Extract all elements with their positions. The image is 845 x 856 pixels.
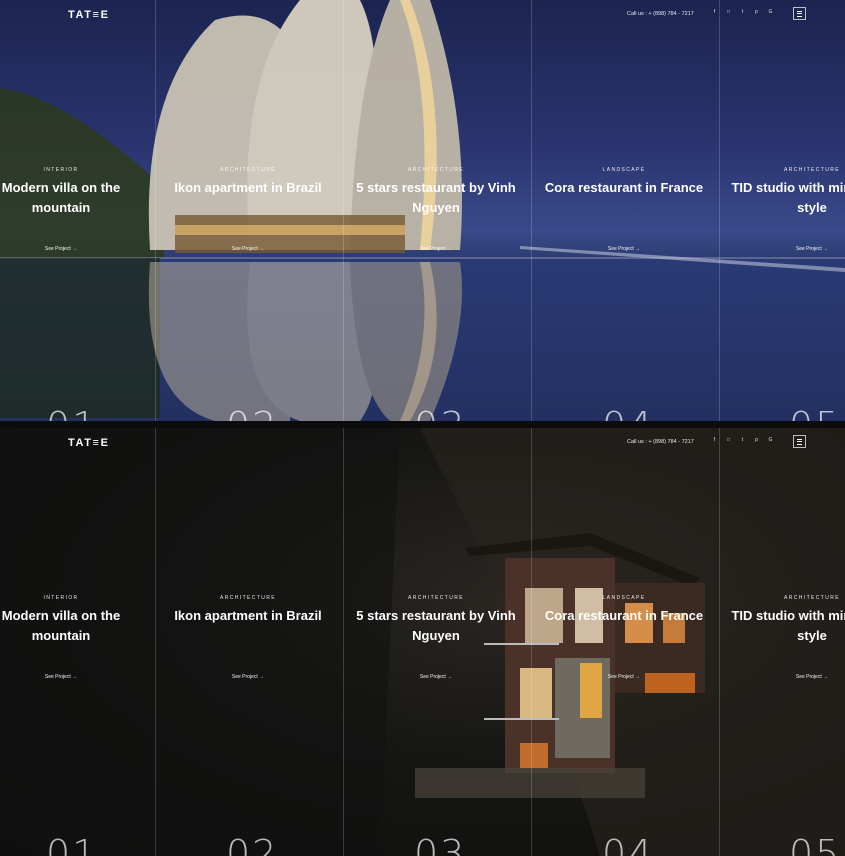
project-item-04[interactable]: LANDSCAPE Cora restaurant in France See …: [532, 0, 716, 421]
see-project-link[interactable]: See Project →: [160, 674, 336, 680]
google-icon[interactable]: G: [767, 437, 774, 444]
project-category: LANDSCAPE: [602, 595, 646, 601]
pinterest-icon[interactable]: p: [753, 437, 760, 444]
project-item-01[interactable]: INTERIOR Modern villa on the mountain Se…: [0, 428, 122, 856]
hamburger-menu-icon[interactable]: [793, 435, 806, 448]
see-project-link[interactable]: See Project →: [0, 674, 122, 680]
social-links: f □ t p G: [711, 9, 774, 16]
see-project-label[interactable]: See Project: [232, 246, 258, 252]
project-item-05[interactable]: ARCHITECTURE TID studio with minimalist …: [720, 428, 845, 856]
project-category: INTERIOR: [43, 167, 79, 173]
project-title[interactable]: TID studio with minimalist style: [720, 606, 845, 646]
arrow-right-icon: →: [259, 246, 265, 252]
see-project-label[interactable]: See Project: [796, 674, 822, 680]
twitter-icon[interactable]: t: [739, 9, 746, 16]
arrow-right-icon: →: [72, 246, 78, 252]
see-project-label[interactable]: See Project: [796, 246, 822, 252]
project-item-02[interactable]: ARCHITECTURE Ikon apartment in Brazil Se…: [160, 428, 336, 856]
instagram-icon[interactable]: □: [725, 437, 732, 444]
arrow-right-icon: →: [635, 246, 641, 252]
project-item-05[interactable]: ARCHITECTURE TID studio with minimalist …: [720, 0, 845, 421]
project-title[interactable]: TID studio with minimalist style: [720, 178, 845, 218]
column-divider: [155, 0, 156, 421]
arrow-right-icon: →: [72, 674, 78, 680]
column-divider: [343, 0, 344, 421]
project-category: INTERIOR: [43, 595, 79, 601]
arrow-right-icon: →: [823, 674, 829, 680]
project-category: ARCHITECTURE: [220, 595, 276, 601]
see-project-label[interactable]: See Project: [45, 674, 71, 680]
facebook-icon[interactable]: f: [711, 437, 718, 444]
see-project-label[interactable]: See Project: [420, 674, 446, 680]
project-title[interactable]: Modern villa on the mountain: [0, 606, 122, 646]
arrow-right-icon: →: [823, 246, 829, 252]
social-links: f □ t p G: [711, 437, 774, 444]
see-project-label[interactable]: See Project: [232, 674, 258, 680]
arrow-right-icon: →: [259, 674, 265, 680]
project-category: ARCHITECTURE: [784, 595, 840, 601]
phone-number[interactable]: Call us : + (898) 784 - 7217: [627, 11, 694, 17]
project-category: ARCHITECTURE: [408, 595, 464, 601]
twitter-icon[interactable]: t: [739, 437, 746, 444]
see-project-link[interactable]: See Project →: [532, 674, 716, 680]
see-project-label[interactable]: See Project: [45, 246, 71, 252]
see-project-link[interactable]: See Project →: [532, 246, 716, 252]
project-item-01[interactable]: INTERIOR Modern villa on the mountain Se…: [0, 0, 122, 421]
project-title[interactable]: Modern villa on the mountain: [0, 178, 122, 218]
project-category: ARCHITECTURE: [220, 167, 276, 173]
facebook-icon[interactable]: f: [711, 9, 718, 16]
instagram-icon[interactable]: □: [725, 9, 732, 16]
project-title[interactable]: 5 stars restaurant by Vinh Nguyen: [345, 178, 527, 218]
see-project-label[interactable]: See Project: [420, 246, 446, 252]
project-category: ARCHITECTURE: [408, 167, 464, 173]
slider-panel-forest-house: TAT≡E Call us : + (898) 784 - 7217 f □ t p G…: [0, 428, 845, 856]
arrow-right-icon: →: [635, 674, 641, 680]
project-item-02[interactable]: ARCHITECTURE Ikon apartment in Brazil Se…: [160, 0, 336, 421]
site-header: TAT≡E Call us : + (898) 784 - 7217 f □ t p G: [0, 428, 845, 456]
hamburger-menu-icon[interactable]: [793, 7, 806, 20]
site-logo[interactable]: TAT≡E: [68, 437, 110, 449]
see-project-label[interactable]: See Project: [608, 246, 634, 252]
see-project-link[interactable]: See Project →: [160, 246, 336, 252]
project-category: LANDSCAPE: [602, 167, 646, 173]
project-title[interactable]: Cora restaurant in France: [532, 178, 716, 198]
slider-panel-night-pavilion: TAT≡E Call us : + (898) 784 - 7217 f □ t p G…: [0, 0, 845, 421]
see-project-link[interactable]: See Project →: [345, 246, 527, 252]
google-icon[interactable]: G: [767, 9, 774, 16]
see-project-link[interactable]: See Project →: [720, 246, 845, 252]
site-header: TAT≡E Call us : + (898) 784 - 7217 f □ t p G: [0, 0, 845, 28]
arrow-right-icon: →: [447, 246, 453, 252]
see-project-label[interactable]: See Project: [608, 674, 634, 680]
see-project-link[interactable]: See Project →: [345, 674, 527, 680]
project-title[interactable]: Ikon apartment in Brazil: [160, 178, 336, 198]
project-title[interactable]: 5 stars restaurant by Vinh Nguyen: [345, 606, 527, 646]
project-category: ARCHITECTURE: [784, 167, 840, 173]
phone-number[interactable]: Call us : + (898) 784 - 7217: [627, 439, 694, 445]
project-item-03[interactable]: ARCHITECTURE 5 stars restaurant by Vinh …: [345, 428, 527, 856]
project-item-04[interactable]: LANDSCAPE Cora restaurant in France See …: [532, 428, 716, 856]
column-divider: [343, 428, 344, 856]
site-logo[interactable]: TAT≡E: [68, 9, 110, 21]
arrow-right-icon: →: [447, 674, 453, 680]
project-title[interactable]: Cora restaurant in France: [532, 606, 716, 626]
column-divider: [155, 428, 156, 856]
see-project-link[interactable]: See Project →: [720, 674, 845, 680]
pinterest-icon[interactable]: p: [753, 9, 760, 16]
see-project-link[interactable]: See Project →: [0, 246, 122, 252]
project-title[interactable]: Ikon apartment in Brazil: [160, 606, 336, 626]
project-item-03[interactable]: ARCHITECTURE 5 stars restaurant by Vinh …: [345, 0, 527, 421]
